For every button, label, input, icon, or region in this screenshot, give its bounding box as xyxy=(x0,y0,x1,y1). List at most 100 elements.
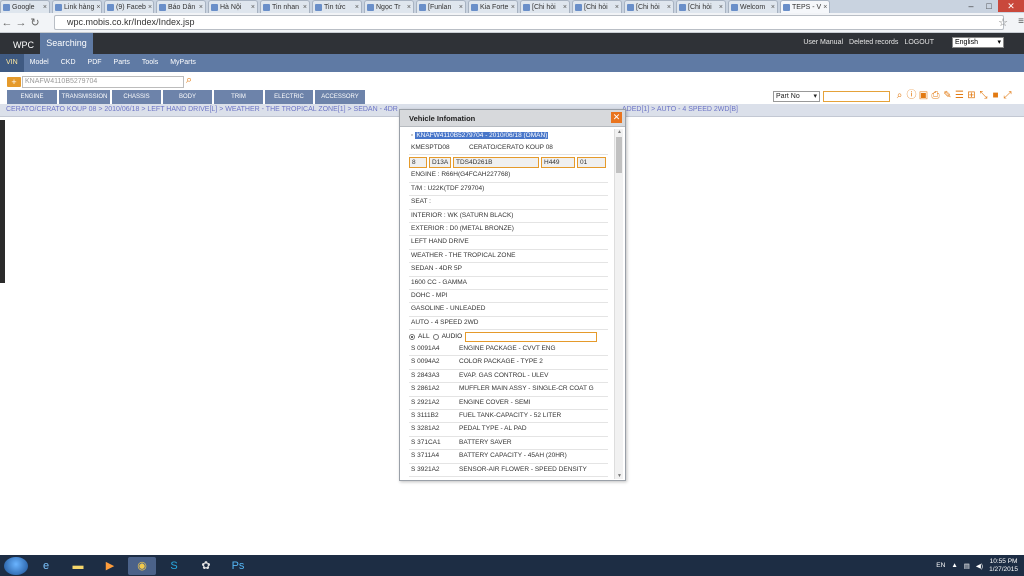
breadcrumb-left[interactable]: CERATO/CERATO KOUP 08 > 2010/06/18 > LEF… xyxy=(6,106,398,113)
minimize-button[interactable]: – xyxy=(962,0,980,12)
input-language[interactable]: EN xyxy=(936,562,945,569)
close-window-button[interactable]: ✕ xyxy=(998,0,1024,12)
explorer-icon[interactable]: ▬ xyxy=(64,557,92,575)
nav-pdf[interactable]: PDF xyxy=(82,54,108,72)
option-row[interactable]: S 0091A4 ENGINE PACKAGE - CVVT ENG xyxy=(409,343,608,357)
collapse-icon[interactable]: ⤡ xyxy=(978,90,989,102)
option-row[interactable]: S 3711A4 BATTERY CAPACITY - 45AH (20HR) xyxy=(409,450,608,464)
cat-electric[interactable]: ELECTRIC xyxy=(265,90,313,104)
tray-arrow-icon[interactable]: ▲ xyxy=(951,562,957,569)
tab-close-icon[interactable]: × xyxy=(667,2,671,13)
cat-chassis[interactable]: CHASSIS xyxy=(112,90,161,104)
address-bar[interactable]: wpc.mobis.co.kr/Index/Index.jsp xyxy=(54,15,1004,30)
tab-close-icon[interactable]: × xyxy=(459,2,463,13)
wpc-tab[interactable]: WPC xyxy=(7,36,40,54)
tree-icon[interactable]: ⊞ xyxy=(966,90,977,102)
volume-icon[interactable]: ◀) xyxy=(976,562,983,570)
back-icon[interactable]: ← xyxy=(0,17,14,29)
option-row[interactable]: S 3921A2 SENSOR-AIR FLOWER - SPEED DENSIT… xyxy=(409,464,608,477)
tab-close-icon[interactable]: × xyxy=(771,2,775,13)
tab-close-icon[interactable]: × xyxy=(407,2,411,13)
clock[interactable]: 10:55 PM 1/27/2015 xyxy=(989,558,1018,574)
tab-close-icon[interactable]: × xyxy=(563,2,567,13)
option-row[interactable]: S 3281A2 PEDAL TYPE - AL PAD xyxy=(409,423,608,437)
code-field-4[interactable]: H449 xyxy=(541,156,575,168)
option-row[interactable]: S 371CA1 BATTERY SAVER xyxy=(409,437,608,451)
menu-icon[interactable]: ≡ xyxy=(1018,16,1024,27)
scroll-thumb[interactable] xyxy=(616,137,622,173)
code-field-2[interactable]: D13A xyxy=(429,156,451,168)
cat-body[interactable]: BODY xyxy=(163,90,212,104)
tab-close-icon[interactable]: × xyxy=(148,2,152,13)
scroll-down-icon[interactable]: ▼ xyxy=(615,473,624,479)
vin-input[interactable]: KNAFW4110B5279704 xyxy=(22,76,184,88)
skype-icon[interactable]: S xyxy=(160,557,188,575)
list-icon[interactable]: ☰ xyxy=(954,90,965,102)
dialog-scrollbar[interactable]: ▲ ▼ xyxy=(614,129,623,479)
network-icon[interactable]: ▤ xyxy=(964,562,970,570)
lock-icon[interactable]: ▣ xyxy=(918,90,929,102)
browser-tab[interactable]: Tin tức × xyxy=(312,0,362,13)
nav-myparts[interactable]: MyParts xyxy=(164,54,202,72)
cat-engine[interactable]: ENGINE xyxy=(7,90,57,104)
nav-tools[interactable]: Tools xyxy=(136,54,164,72)
vin-text[interactable]: KNAFW4110B5279704 - 2010/06/18 (OMAN) xyxy=(415,132,549,139)
cat-accessory[interactable]: ACCESSORY xyxy=(315,90,365,104)
tab-close-icon[interactable]: × xyxy=(823,2,827,13)
option-row[interactable]: S 2861A2 MUFFLER MAIN ASSY - SINGLE-CR CO… xyxy=(409,383,608,397)
expand-icon[interactable]: ⤢ xyxy=(1002,90,1013,102)
tab-close-icon[interactable]: × xyxy=(96,2,100,13)
picasa-icon[interactable]: ✿ xyxy=(192,557,220,575)
nav-vin[interactable]: VIN xyxy=(0,54,24,72)
cat-transmission[interactable]: TRANSMISSION xyxy=(59,90,110,104)
browser-tab[interactable]: TEPS - V × xyxy=(780,0,830,13)
start-button[interactable] xyxy=(4,556,28,575)
breadcrumb-right[interactable]: ADED[1] > AUTO - 4 SPEED 2WD[B] xyxy=(622,106,738,113)
photoshop-icon[interactable]: Ps xyxy=(224,557,252,575)
browser-tab[interactable]: [Chi hỏi × xyxy=(676,0,726,13)
browser-tab[interactable]: Hà Nội × xyxy=(208,0,258,13)
browser-tab[interactable]: Ngọc Tr × xyxy=(364,0,414,13)
tab-close-icon[interactable]: × xyxy=(303,2,307,13)
browser-tab[interactable]: Tin nhan × xyxy=(260,0,310,13)
nav-ckd[interactable]: CKD xyxy=(55,54,82,72)
code-field-3[interactable]: TDS4D261B xyxy=(453,156,539,168)
edit-icon[interactable]: ✎ xyxy=(942,90,953,102)
logout-link[interactable]: LOGOUT xyxy=(904,39,934,46)
search-icon[interactable]: ⌕ xyxy=(186,74,192,87)
tab-close-icon[interactable]: × xyxy=(615,2,619,13)
cat-trim[interactable]: TRIM xyxy=(214,90,263,104)
print-icon[interactable]: ⎙ xyxy=(930,90,941,102)
radio-all[interactable] xyxy=(409,333,415,340)
scroll-up-icon[interactable]: ▲ xyxy=(615,129,624,135)
tab-close-icon[interactable]: × xyxy=(43,2,47,13)
option-row[interactable]: S 3111B2 FUEL TANK-CAPACITY - 52 LITER xyxy=(409,410,608,424)
browser-tab[interactable]: Kia Forte × xyxy=(468,0,518,13)
audio-filter-input[interactable] xyxy=(465,331,598,342)
code-field-1[interactable]: 8 xyxy=(409,156,427,168)
browser-tab[interactable]: (9) Faceb × xyxy=(104,0,154,13)
browser-tab[interactable]: Báo Dân × xyxy=(156,0,206,13)
browser-tab[interactable]: Google × xyxy=(0,0,50,13)
forward-icon[interactable]: → xyxy=(14,17,28,29)
fit-icon[interactable]: ■ xyxy=(990,90,1001,102)
bookmark-star-icon[interactable]: ☆ xyxy=(998,16,1008,29)
part-search-input[interactable] xyxy=(823,91,890,102)
media-player-icon[interactable]: ▶ xyxy=(96,557,124,575)
nav-model[interactable]: Model xyxy=(24,54,55,72)
nav-parts[interactable]: Parts xyxy=(108,54,136,72)
search-icon[interactable]: ⌕ xyxy=(894,90,905,102)
left-panel-splitter[interactable] xyxy=(0,120,5,283)
browser-tab[interactable]: [Chi hỏi × xyxy=(572,0,622,13)
code-field-5[interactable]: 01 xyxy=(577,156,606,168)
user-manual-link[interactable]: User Manual xyxy=(803,39,843,46)
tab-close-icon[interactable]: × xyxy=(199,2,203,13)
deleted-records-link[interactable]: Deleted records xyxy=(849,39,898,46)
browser-tab[interactable]: [Funlan × xyxy=(416,0,466,13)
maximize-button[interactable]: □ xyxy=(980,0,998,12)
chrome-icon[interactable]: ◉ xyxy=(128,556,156,575)
browser-tab[interactable]: Welcom × xyxy=(728,0,778,13)
close-icon[interactable]: ✕ xyxy=(611,112,622,123)
add-button[interactable]: + xyxy=(7,77,21,87)
browser-tab[interactable]: [Chi hỏi × xyxy=(624,0,674,13)
